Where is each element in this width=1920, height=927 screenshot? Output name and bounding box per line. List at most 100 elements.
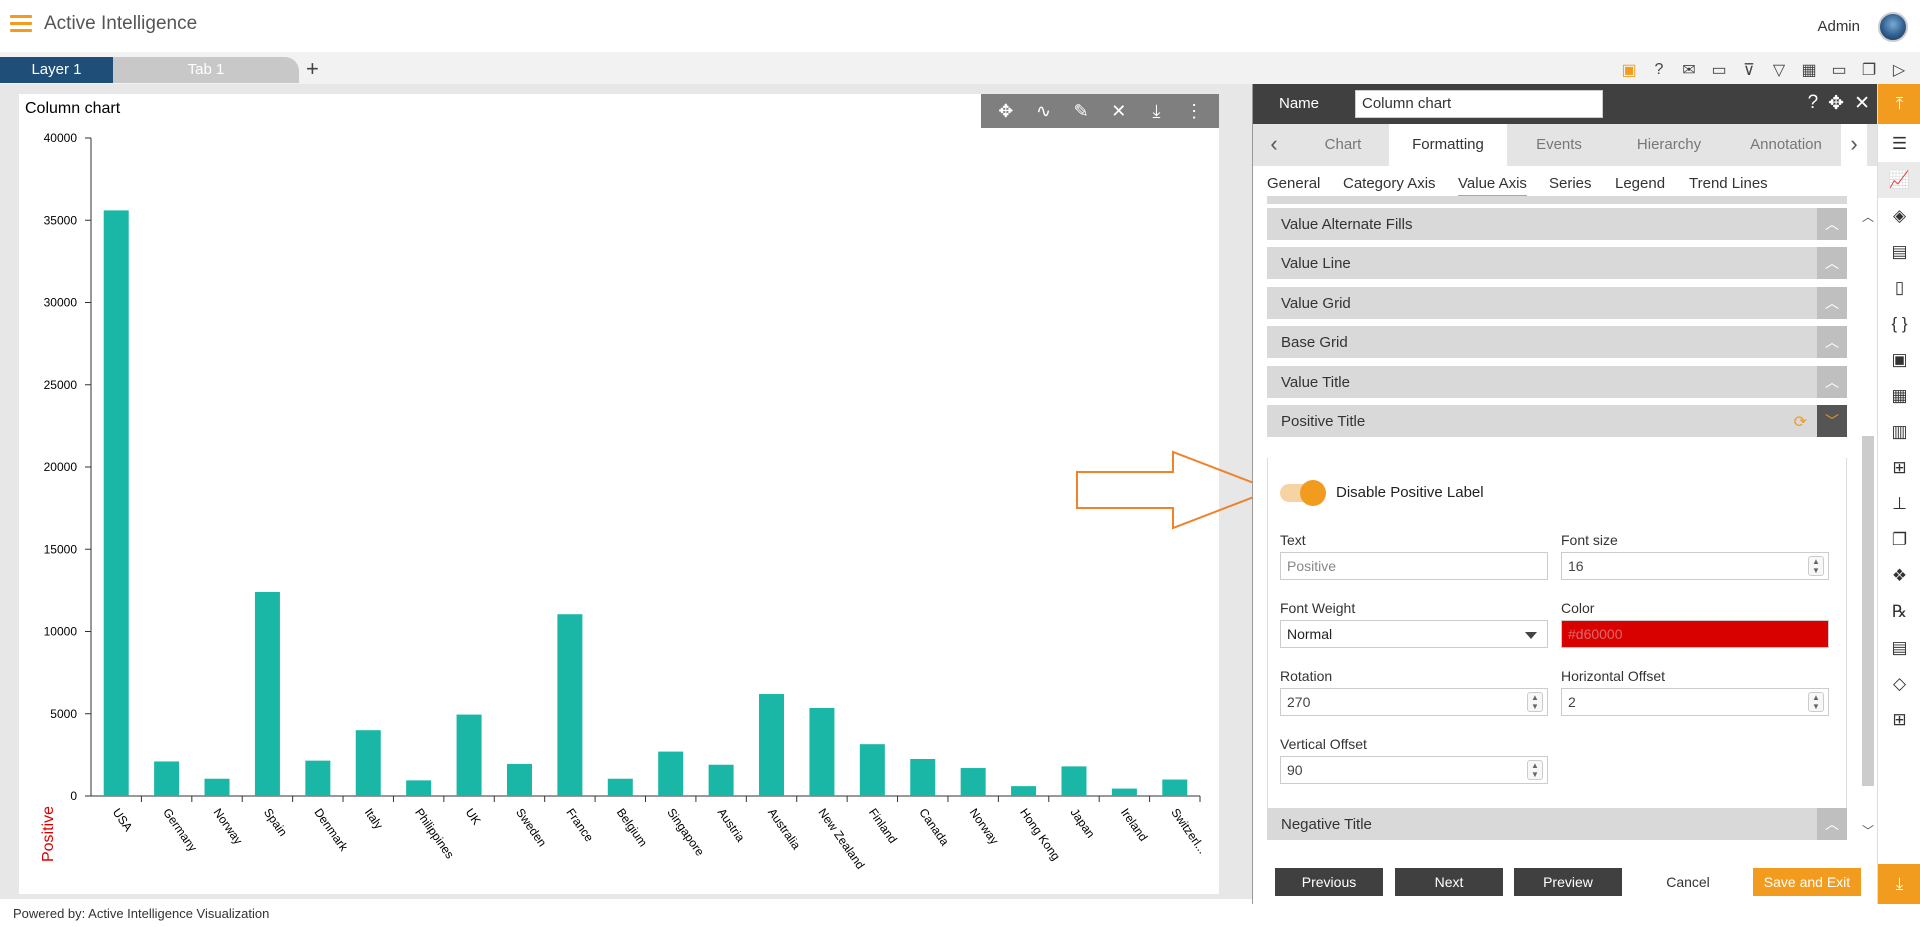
section-negative-title[interactable]: Negative Title ︿ xyxy=(1267,808,1847,840)
menu-icon[interactable] xyxy=(10,15,32,33)
vertical-offset-stepper[interactable]: ▲ ▼ xyxy=(1527,760,1543,780)
chevron-up-icon[interactable]: ︿ xyxy=(1817,326,1847,358)
chart-icon[interactable]: 📈 xyxy=(1878,162,1920,198)
add-tab-button[interactable]: + xyxy=(306,56,319,82)
subtab-trend-lines[interactable]: Trend Lines xyxy=(1689,175,1768,192)
chevron-down-icon[interactable]: ﹀ xyxy=(1817,405,1847,437)
chevron-down-icon[interactable]: ﹀ xyxy=(1862,822,1874,839)
vertical-offset-input[interactable]: 90 ▲ ▼ xyxy=(1280,756,1548,784)
filter-icon[interactable]: ▽ xyxy=(1768,59,1790,81)
copy-icon[interactable]: ❐ xyxy=(1878,522,1920,558)
more-icon[interactable]: ⋮ xyxy=(1179,101,1209,122)
text-input[interactable]: Positive xyxy=(1280,552,1548,580)
horizontal-offset-input[interactable]: 2 ▲ ▼ xyxy=(1561,688,1829,716)
disable-positive-label-toggle[interactable] xyxy=(1280,480,1326,506)
close-icon[interactable]: ✕ xyxy=(1854,92,1870,115)
tab-annotation[interactable]: Annotation xyxy=(1731,124,1841,166)
chevron-up-icon[interactable]: ︿ xyxy=(1817,287,1847,319)
help-icon[interactable]: ? xyxy=(1808,92,1819,115)
tab-chart[interactable]: Chart xyxy=(1293,124,1393,166)
help-icon[interactable]: ? xyxy=(1648,59,1670,81)
table-icon[interactable]: ▦ xyxy=(1798,59,1820,81)
tools-icon[interactable]: ✕ xyxy=(1104,101,1134,122)
monitor-icon[interactable]: ▭ xyxy=(1828,59,1850,81)
save-and-exit-button[interactable]: Save and Exit xyxy=(1753,868,1861,896)
cancel-button[interactable]: Cancel xyxy=(1634,868,1742,896)
chevron-up-icon[interactable]: ︿ xyxy=(1817,366,1847,398)
properties-icon[interactable]: ☰ xyxy=(1878,126,1920,162)
chart-card[interactable]: Column chart 0 5000 10000 15000 20000 25000 30… xyxy=(19,94,1219,894)
section-value-title[interactable]: Value Title ︿ xyxy=(1267,366,1847,398)
color-input[interactable]: #d60000 xyxy=(1561,620,1829,648)
tab-hierarchy[interactable]: Hierarchy xyxy=(1609,124,1729,166)
scrollbar-thumb[interactable] xyxy=(1862,436,1874,786)
devices-icon[interactable]: ❐ xyxy=(1858,59,1880,81)
previous-button[interactable]: Previous xyxy=(1275,868,1383,896)
table-icon[interactable]: ▦ xyxy=(1878,378,1920,414)
section-value-grid[interactable]: Value Grid ︿ xyxy=(1267,287,1847,319)
download-icon[interactable]: ⤓ xyxy=(1141,101,1171,122)
rotation-input[interactable]: 270 ▲ ▼ xyxy=(1280,688,1548,716)
user-name[interactable]: Admin xyxy=(1817,18,1860,35)
preview-button[interactable]: Preview xyxy=(1514,868,1622,896)
move-icon[interactable]: ✥ xyxy=(1828,92,1844,115)
subtab-category-axis[interactable]: Category Axis xyxy=(1343,175,1436,192)
layers-icon[interactable]: ◇ xyxy=(1878,666,1920,702)
section-base-grid[interactable]: Base Grid ︿ xyxy=(1267,326,1847,358)
subtab-value-axis[interactable]: Value Axis xyxy=(1458,175,1527,197)
font-size-stepper[interactable]: ▲ ▼ xyxy=(1808,556,1824,576)
draw-icon[interactable]: ∿ xyxy=(1028,101,1058,122)
tabs-prev-icon[interactable]: ‹ xyxy=(1261,124,1287,166)
tab-events[interactable]: Events xyxy=(1509,124,1609,166)
subtab-general[interactable]: General xyxy=(1267,175,1320,192)
panel-scrollbar[interactable]: ︿ ﹀ xyxy=(1862,208,1874,838)
collapse-top-icon[interactable]: ⤒ xyxy=(1878,84,1920,124)
section-value-alternate-fills[interactable]: Value Alternate Fills ︿ xyxy=(1267,208,1847,240)
bar xyxy=(910,758,936,796)
section-positive-title[interactable]: Positive Title ⟳ ﹀ xyxy=(1267,405,1847,437)
report-icon[interactable]: ▤ xyxy=(1878,234,1920,270)
comment-icon[interactable]: ▭ xyxy=(1708,59,1730,81)
vertical-offset-label: Vertical Offset xyxy=(1280,736,1367,752)
hierarchy-icon[interactable]: ⊞ xyxy=(1878,450,1920,486)
next-button[interactable]: Next xyxy=(1395,868,1503,896)
map-icon[interactable]: ◈ xyxy=(1878,198,1920,234)
font-size-input[interactable]: 16 ▲ ▼ xyxy=(1561,552,1829,580)
tabs-next-icon[interactable]: › xyxy=(1841,124,1867,166)
page-icon[interactable]: ▤ xyxy=(1878,630,1920,666)
tab-layer-1[interactable]: Layer 1 xyxy=(0,57,113,83)
avatar[interactable] xyxy=(1878,12,1908,42)
rotation-stepper[interactable]: ▲ ▼ xyxy=(1527,692,1543,712)
code-icon[interactable]: { } xyxy=(1878,306,1920,342)
panel-header: Name Column chart ? ✥ ✕ xyxy=(1253,84,1878,124)
calculator-icon[interactable]: ▥ xyxy=(1878,414,1920,450)
play-icon[interactable]: ▷ xyxy=(1888,59,1910,81)
section-value-line[interactable]: Value Line ︿ xyxy=(1267,247,1847,279)
name-input[interactable]: Column chart xyxy=(1355,90,1603,118)
save-icon[interactable]: ▣ xyxy=(1618,59,1640,81)
chevron-up-icon[interactable]: ︿ xyxy=(1817,247,1847,279)
subtab-series[interactable]: Series xyxy=(1549,175,1592,192)
kpi-icon[interactable]: ⊥ xyxy=(1878,486,1920,522)
edit-icon[interactable]: ✎ xyxy=(1066,101,1096,122)
top-toolbar: ▣ ? ✉ ▭ ⊽ ▽ ▦ ▭ ❐ ▷ xyxy=(1618,57,1910,83)
collapse-bottom-icon[interactable]: ⤓ xyxy=(1878,864,1920,904)
x-tick-label: Philippines xyxy=(412,806,457,862)
subtab-legend[interactable]: Legend xyxy=(1615,175,1665,192)
cubes-icon[interactable]: ❖ xyxy=(1878,558,1920,594)
font-weight-select[interactable]: Normal xyxy=(1280,620,1548,648)
tab-1[interactable]: Tab 1 xyxy=(113,57,299,83)
document-icon[interactable]: ▯ xyxy=(1878,270,1920,306)
chevron-up-icon[interactable]: ︿ xyxy=(1817,208,1847,240)
tab-formatting[interactable]: Formatting xyxy=(1389,124,1507,166)
grid-icon[interactable]: ⊞ xyxy=(1878,702,1920,738)
move-icon[interactable]: ✥ xyxy=(991,101,1021,122)
mail-icon[interactable]: ✉ xyxy=(1678,59,1700,81)
formula-icon[interactable]: ℞ xyxy=(1878,594,1920,630)
horizontal-offset-stepper[interactable]: ▲ ▼ xyxy=(1808,692,1824,712)
chevron-up-icon[interactable]: ︿ xyxy=(1862,208,1874,225)
filter-clear-icon[interactable]: ⊽ xyxy=(1738,59,1760,81)
image-icon[interactable]: ▣ xyxy=(1878,342,1920,378)
chevron-up-icon[interactable]: ︿ xyxy=(1817,808,1847,840)
refresh-icon[interactable]: ⟳ xyxy=(1794,412,1807,432)
